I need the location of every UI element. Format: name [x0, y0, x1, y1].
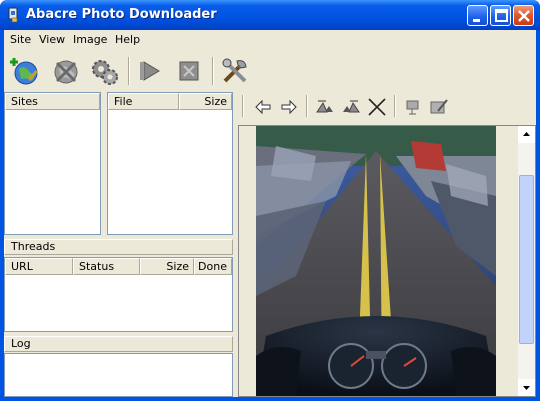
- file-column-header[interactable]: File: [108, 93, 179, 110]
- viewer-vertical-scrollbar[interactable]: [518, 126, 535, 396]
- delete-icon: [368, 98, 386, 116]
- panel-splitter[interactable]: [233, 92, 237, 397]
- files-panel[interactable]: File Size: [107, 92, 233, 235]
- rotate-left-button[interactable]: [314, 96, 336, 118]
- log-title-bar: Log: [4, 336, 233, 352]
- toolbar-separator: [128, 57, 130, 85]
- add-site-icon: [10, 58, 38, 85]
- url-column-header[interactable]: URL: [5, 258, 73, 275]
- scroll-down-button[interactable]: [518, 379, 535, 396]
- rotate-right-button[interactable]: [340, 96, 362, 118]
- sites-column-header[interactable]: Sites: [5, 93, 100, 110]
- title-bar[interactable]: Abacre Photo Downloader: [0, 0, 540, 30]
- main-toolbar: [4, 51, 536, 91]
- rotate-left-icon: [316, 100, 333, 113]
- sites-panel[interactable]: Sites: [4, 92, 101, 235]
- chevron-up-icon: [523, 132, 530, 136]
- size-column-header[interactable]: Size: [179, 93, 232, 110]
- toolbar-grip: [242, 95, 244, 117]
- toolbar-separator: [212, 57, 214, 85]
- edit-image-button[interactable]: [428, 96, 450, 118]
- close-icon: [518, 10, 530, 22]
- stop-button[interactable]: [173, 55, 205, 87]
- menu-site[interactable]: Site: [10, 33, 31, 46]
- status-column-header[interactable]: Status: [73, 258, 140, 275]
- scroll-up-button[interactable]: [518, 126, 535, 143]
- threads-panel[interactable]: URL Status Size Done: [4, 257, 233, 332]
- maximize-icon: [495, 9, 508, 22]
- slideshow-icon: [406, 100, 419, 115]
- add-site-button[interactable]: [8, 55, 40, 87]
- viewer-toolbar: [240, 94, 536, 120]
- maximize-button[interactable]: [490, 5, 511, 26]
- delete-button[interactable]: [366, 96, 388, 118]
- app-camera-icon: [6, 7, 22, 23]
- settings-gears-icon: [92, 60, 118, 85]
- rotate-right-icon: [343, 100, 360, 113]
- settings-button[interactable]: [88, 55, 120, 87]
- back-button[interactable]: [252, 96, 274, 118]
- scroll-thumb[interactable]: [519, 175, 534, 344]
- stop-icon: [179, 61, 199, 81]
- back-arrow-icon: [255, 99, 271, 115]
- threads-title-bar: Threads: [4, 239, 233, 255]
- tools-button[interactable]: [219, 55, 251, 87]
- stop-site-icon: [54, 60, 78, 84]
- toolbar-separator: [306, 95, 308, 117]
- menu-image[interactable]: Image: [73, 33, 107, 46]
- window-title: Abacre Photo Downloader: [26, 7, 217, 22]
- log-panel[interactable]: [4, 353, 233, 397]
- close-button[interactable]: [513, 5, 534, 26]
- motorcycle-road-photo: [256, 126, 496, 396]
- menu-bar: Site View Image Help: [4, 30, 536, 49]
- thread-size-column-header[interactable]: Size: [140, 258, 194, 275]
- start-icon: [140, 61, 160, 81]
- menu-help[interactable]: Help: [115, 33, 140, 46]
- image-viewer[interactable]: [238, 125, 536, 397]
- done-column-header[interactable]: Done: [194, 258, 232, 275]
- edit-image-icon: [430, 99, 448, 114]
- start-button[interactable]: [134, 55, 166, 87]
- client-area: Site View Image Help Sites File Size Thr…: [4, 30, 536, 397]
- forward-arrow-icon: [281, 99, 297, 115]
- tools-icon: [222, 58, 247, 83]
- stop-site-button[interactable]: [50, 55, 82, 87]
- app-window: Abacre Photo Downloader Site View Image …: [0, 0, 540, 401]
- forward-button[interactable]: [278, 96, 300, 118]
- toolbar-separator: [394, 95, 396, 117]
- slideshow-button[interactable]: [402, 96, 424, 118]
- menu-view[interactable]: View: [39, 33, 65, 46]
- minimize-button[interactable]: [467, 5, 488, 26]
- chevron-down-icon: [523, 386, 530, 390]
- minimize-icon: [473, 19, 480, 22]
